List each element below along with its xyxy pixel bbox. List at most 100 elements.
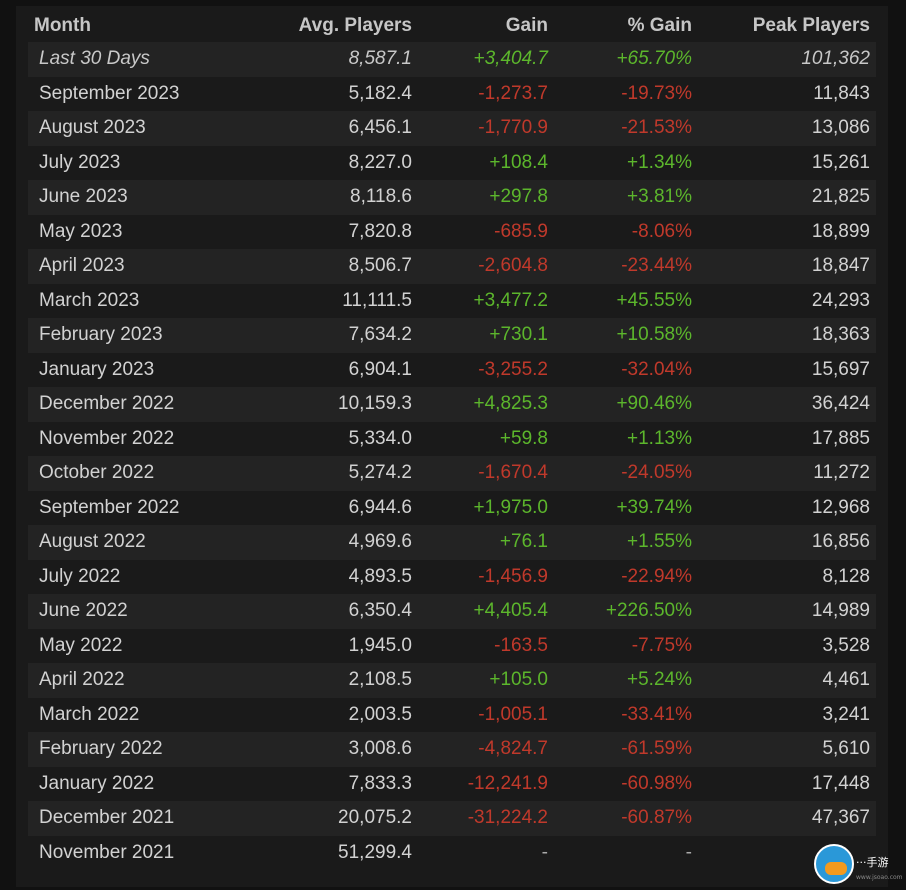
table-row: November 2021 51,299.4- - bbox=[28, 835, 876, 870]
cell-month: July 2023 bbox=[28, 145, 238, 180]
cell-gain: +1,975.0 bbox=[418, 490, 554, 525]
cell-peak-players: 101,362 bbox=[698, 42, 876, 77]
cell-avg-players: 8,506.7 bbox=[238, 249, 418, 284]
cell-pct-gain: - bbox=[554, 835, 698, 870]
cell-avg-players: 5,334.0 bbox=[238, 421, 418, 456]
cell-gain: -4,824.7 bbox=[418, 732, 554, 767]
cell-pct-gain: +65.70% bbox=[554, 42, 698, 77]
cell-pct-gain: +10.58% bbox=[554, 318, 698, 353]
cell-gain: +76.1 bbox=[418, 525, 554, 560]
cell-month: January 2023 bbox=[28, 352, 238, 387]
cell-gain: -3,255.2 bbox=[418, 352, 554, 387]
cell-month: January 2022 bbox=[28, 766, 238, 801]
cell-peak-players: 18,847 bbox=[698, 249, 876, 284]
table-row: January 2022 7,833.3 -12,241.9 -60.98% 17,44… bbox=[28, 766, 876, 801]
table-header-row: Month Avg. Players Gain % Gain Peak Play… bbox=[28, 10, 876, 42]
cell-peak-players: 21,825 bbox=[698, 180, 876, 215]
gamepad-logo-icon bbox=[814, 844, 854, 884]
cell-pct-gain: -21.53% bbox=[554, 111, 698, 146]
cell-peak-players: 11,272 bbox=[698, 456, 876, 491]
cell-pct-gain: -32.04% bbox=[554, 352, 698, 387]
cell-peak-players: 15,697 bbox=[698, 352, 876, 387]
cell-avg-players: 7,820.8 bbox=[238, 214, 418, 249]
cell-pct-gain: -33.41% bbox=[554, 697, 698, 732]
table-row: November 2022 5,334.0 +59.8 +1.13% 17,885 bbox=[28, 421, 876, 456]
cell-peak-players: 17,448 bbox=[698, 766, 876, 801]
cell-avg-players: 5,182.4 bbox=[238, 76, 418, 111]
cell-peak-players: 12,968 bbox=[698, 490, 876, 525]
table-row: August 2023 6,456.1 -1,770.9 -21.53% 13,086 bbox=[28, 111, 876, 146]
table-row: February 2022 3,008.6 -4,824.7 -61.59% 5,610 bbox=[28, 732, 876, 767]
cell-peak-players: 18,363 bbox=[698, 318, 876, 353]
cell-month: December 2022 bbox=[28, 387, 238, 422]
cell-month: August 2022 bbox=[28, 525, 238, 560]
column-header-pct-gain[interactable]: % Gain bbox=[554, 10, 698, 42]
cell-gain: -1,273.7 bbox=[418, 76, 554, 111]
monthly-player-stats-table: Month Avg. Players Gain % Gain Peak Play… bbox=[28, 10, 876, 870]
cell-peak-players: 16,856 bbox=[698, 525, 876, 560]
table-row: February 2023 7,634.2 +730.1 +10.58% 18,363 bbox=[28, 318, 876, 353]
cell-avg-players: 7,634.2 bbox=[238, 318, 418, 353]
table-row: May 2023 7,820.8 -685.9 -8.06% 18,899 bbox=[28, 214, 876, 249]
cell-peak-players: 8,128 bbox=[698, 559, 876, 594]
column-header-gain[interactable]: Gain bbox=[418, 10, 554, 42]
cell-gain: -1,770.9 bbox=[418, 111, 554, 146]
cell-avg-players: 2,108.5 bbox=[238, 663, 418, 698]
cell-month: February 2023 bbox=[28, 318, 238, 353]
cell-avg-players: 4,969.6 bbox=[238, 525, 418, 560]
table-row: June 2023 8,118.6 +297.8 +3.81% 21,825 bbox=[28, 180, 876, 215]
cell-pct-gain: +39.74% bbox=[554, 490, 698, 525]
cell-avg-players: 1,945.0 bbox=[238, 628, 418, 663]
cell-pct-gain: +1.55% bbox=[554, 525, 698, 560]
column-header-month[interactable]: Month bbox=[28, 10, 238, 42]
cell-peak-players: 17,885 bbox=[698, 421, 876, 456]
cell-avg-players: 10,159.3 bbox=[238, 387, 418, 422]
cell-pct-gain: +5.24% bbox=[554, 663, 698, 698]
table-row: January 2023 6,904.1 -3,255.2 -32.04% 15,697 bbox=[28, 352, 876, 387]
column-header-avg-players[interactable]: Avg. Players bbox=[238, 10, 418, 42]
table-row: September 2023 5,182.4 -1,273.7 -19.73% 11,8… bbox=[28, 76, 876, 111]
cell-gain: -163.5 bbox=[418, 628, 554, 663]
cell-peak-players: 36,424 bbox=[698, 387, 876, 422]
cell-avg-players: 8,227.0 bbox=[238, 145, 418, 180]
cell-gain: +59.8 bbox=[418, 421, 554, 456]
cell-month: March 2022 bbox=[28, 697, 238, 732]
cell-gain: -12,241.9 bbox=[418, 766, 554, 801]
cell-month: September 2023 bbox=[28, 76, 238, 111]
cell-peak-players: 15,261 bbox=[698, 145, 876, 180]
cell-pct-gain: -61.59% bbox=[554, 732, 698, 767]
cell-avg-players: 20,075.2 bbox=[238, 801, 418, 836]
table-row: March 2022 2,003.5 -1,005.1 -33.41% 3,241 bbox=[28, 697, 876, 732]
cell-pct-gain: +3.81% bbox=[554, 180, 698, 215]
cell-peak-players: 4,461 bbox=[698, 663, 876, 698]
cell-month: June 2022 bbox=[28, 594, 238, 629]
cell-pct-gain: +1.34% bbox=[554, 145, 698, 180]
cell-pct-gain: +1.13% bbox=[554, 421, 698, 456]
cell-avg-players: 6,456.1 bbox=[238, 111, 418, 146]
table-row: March 2023 11,111.5 +3,477.2 +45.55% 24,293 bbox=[28, 283, 876, 318]
table-row: Last 30 Days 8,587.1 +3,404.7 +65.70% 101,36… bbox=[28, 42, 876, 77]
cell-month: November 2021 bbox=[28, 835, 238, 870]
watermark: ···手游 www.jsoao.com bbox=[812, 844, 906, 890]
cell-pct-gain: -22.94% bbox=[554, 559, 698, 594]
cell-month: December 2021 bbox=[28, 801, 238, 836]
cell-avg-players: 6,350.4 bbox=[238, 594, 418, 629]
table-row: October 2022 5,274.2 -1,670.4 -24.05% 11,272 bbox=[28, 456, 876, 491]
cell-avg-players: 2,003.5 bbox=[238, 697, 418, 732]
watermark-text: ···手游 bbox=[856, 856, 889, 869]
table-row: April 2022 2,108.5 +105.0 +5.24% 4,461 bbox=[28, 663, 876, 698]
table-row: July 2023 8,227.0 +108.4 +1.34% 15,261 bbox=[28, 145, 876, 180]
cell-avg-players: 51,299.4 bbox=[238, 835, 418, 870]
table-row: April 2023 8,506.7 -2,604.8 -23.44% 18,847 bbox=[28, 249, 876, 284]
cell-gain: +3,404.7 bbox=[418, 42, 554, 77]
watermark-url: www.jsoao.com bbox=[856, 874, 903, 881]
cell-peak-players: 5,610 bbox=[698, 732, 876, 767]
cell-gain: +4,405.4 bbox=[418, 594, 554, 629]
cell-month: July 2022 bbox=[28, 559, 238, 594]
cell-peak-players: 47,367 bbox=[698, 801, 876, 836]
cell-peak-players: 24,293 bbox=[698, 283, 876, 318]
stats-panel: Month Avg. Players Gain % Gain Peak Play… bbox=[16, 6, 903, 887]
table-row: August 2022 4,969.6 +76.1 +1.55% 16,856 bbox=[28, 525, 876, 560]
cell-avg-players: 6,944.6 bbox=[238, 490, 418, 525]
column-header-peak-players[interactable]: Peak Players bbox=[698, 10, 876, 42]
